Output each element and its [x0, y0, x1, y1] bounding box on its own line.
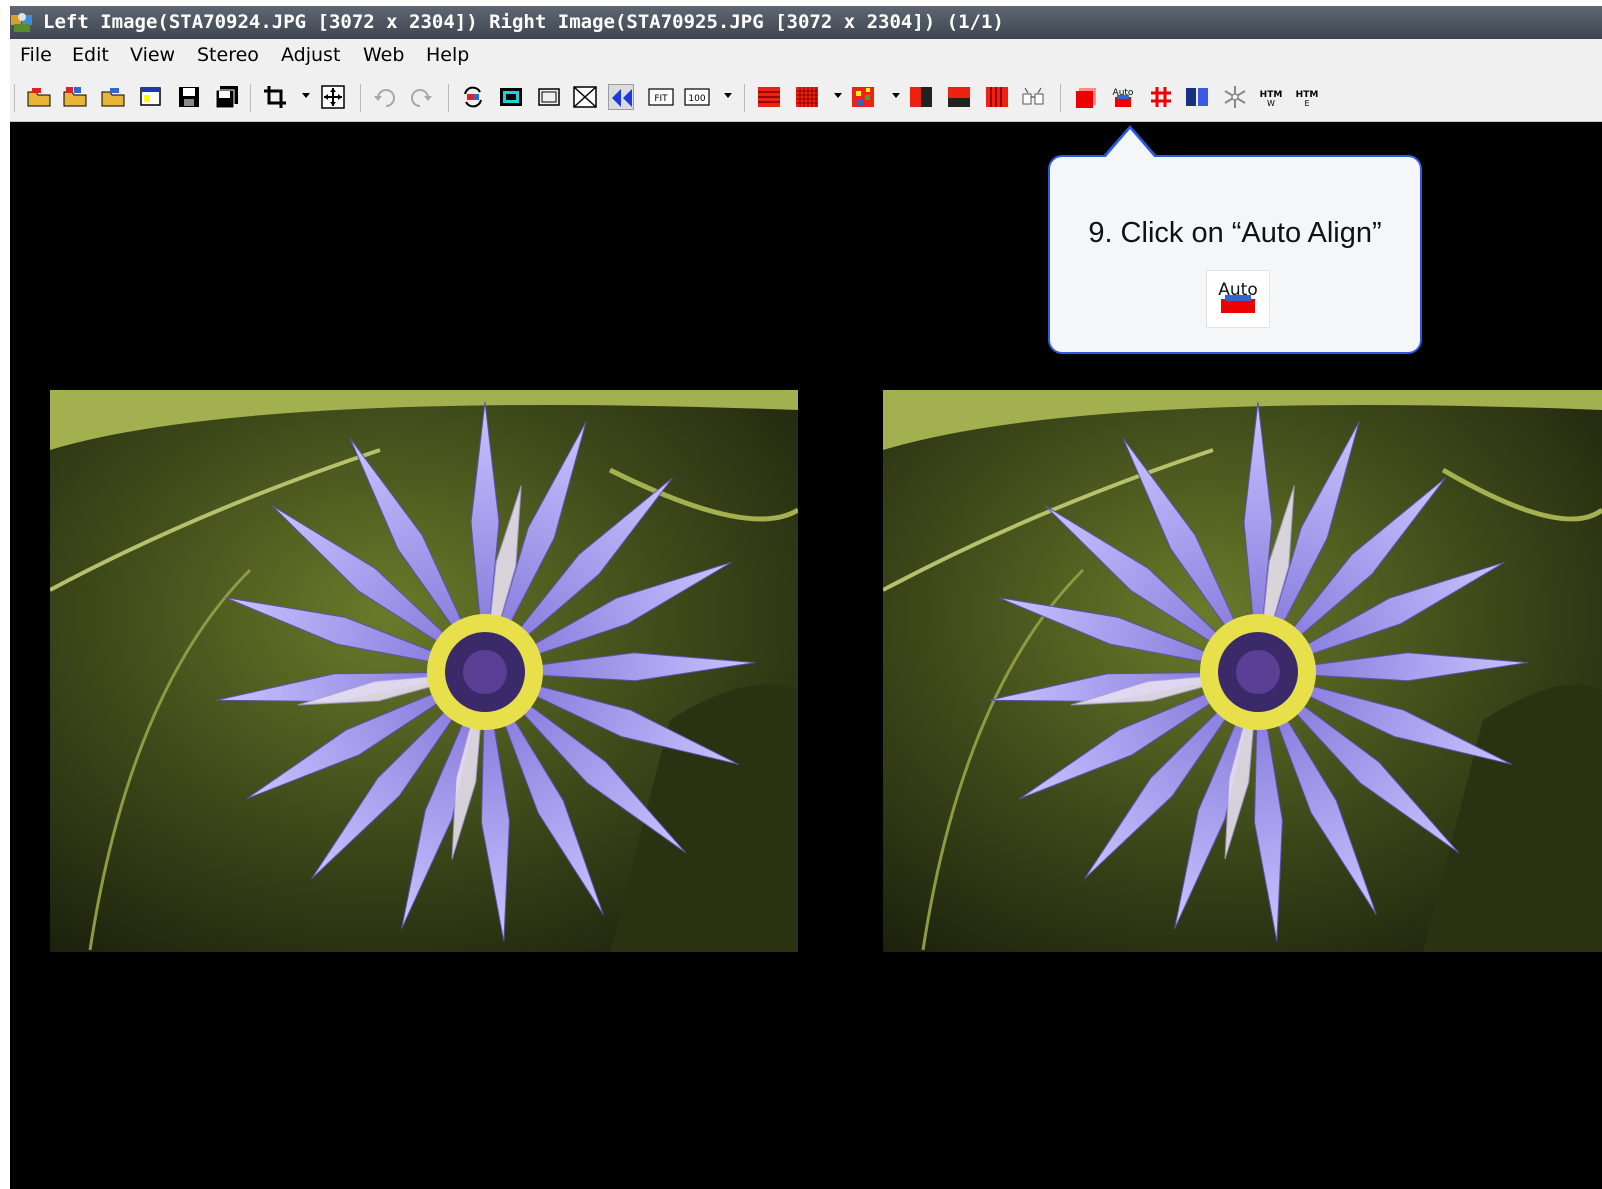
- pattern-dropdown-arrow[interactable]: [834, 93, 842, 98]
- app-icon: [11, 13, 32, 32]
- grid-button[interactable]: [1148, 84, 1174, 110]
- fit-icon: FIT: [648, 88, 674, 106]
- fit-window-button[interactable]: [498, 84, 524, 110]
- undo-icon: [374, 89, 395, 107]
- window-button[interactable]: [138, 84, 164, 110]
- callout-auto-align-icon: Auto: [1206, 270, 1270, 328]
- toolbar-separator: [744, 84, 745, 112]
- menu-adjust[interactable]: Adjust: [281, 39, 340, 71]
- image-canvas[interactable]: 9. Click on “Auto Align” Auto: [10, 122, 1602, 1189]
- html-e-button[interactable]: HTM E: [1294, 84, 1320, 110]
- callout-text: 9. Click on “Auto Align”: [1088, 217, 1382, 249]
- interlaced-button[interactable]: [756, 84, 782, 110]
- html-e-icon: HTME: [1296, 90, 1319, 108]
- right-image[interactable]: [883, 390, 1602, 952]
- save-icon: [179, 87, 199, 107]
- snowflake-icon: [1224, 86, 1246, 108]
- above-below-icon: [948, 87, 970, 107]
- adjust-position-button[interactable]: [1074, 84, 1100, 110]
- menu-view[interactable]: View: [130, 39, 175, 71]
- open-stereo-icon: [63, 87, 87, 107]
- toolbar-grip: [14, 84, 15, 112]
- checkerboard-icon: [796, 87, 818, 107]
- full-screen-icon: [538, 88, 560, 106]
- glasses-icon: [1022, 87, 1044, 105]
- htm-e-sub: E: [1304, 99, 1309, 108]
- mosaic-dropdown-arrow[interactable]: [892, 93, 900, 98]
- right-flower-photo: [883, 390, 1602, 952]
- side-by-side-icon: [612, 89, 632, 107]
- auto-align-button[interactable]: Auto: [1110, 84, 1136, 110]
- title-bar: Left Image(STA70924.JPG [3072 x 2304]) R…: [10, 6, 1602, 39]
- crop-button[interactable]: [262, 84, 288, 110]
- fit-both-button[interactable]: [572, 84, 598, 110]
- open-folder-right-icon: [101, 88, 125, 107]
- htm-w-sub: W: [1267, 99, 1275, 108]
- menu-bar: File Edit View Stereo Adjust Web Help: [10, 39, 1602, 71]
- left-flower-photo: [50, 390, 798, 952]
- zoom-text: 100: [688, 94, 705, 104]
- effects-button[interactable]: [1222, 84, 1248, 110]
- checkerboard-button[interactable]: [794, 84, 820, 110]
- auto-align-icon: Auto: [1113, 88, 1134, 107]
- swap-lr-button[interactable]: [460, 84, 486, 110]
- side-view-button[interactable]: [908, 84, 934, 110]
- callout-pointer-fill: [1105, 129, 1155, 158]
- auto-align-icon: Auto: [1218, 280, 1258, 313]
- window-icon: [140, 87, 161, 106]
- move-button[interactable]: [320, 84, 346, 110]
- mosaic-icon: [852, 87, 874, 107]
- menu-stereo[interactable]: Stereo: [197, 39, 259, 71]
- toolbar-separator: [360, 84, 361, 112]
- crop-dropdown-arrow[interactable]: [302, 93, 310, 98]
- fit-button[interactable]: FIT: [648, 84, 674, 110]
- toolbar-separator: [1060, 84, 1061, 112]
- open-folder-icon: [27, 88, 51, 107]
- zoom-100-icon: 100: [684, 88, 710, 106]
- app-window: Left Image(STA70924.JPG [3072 x 2304]) R…: [10, 0, 1602, 1189]
- full-screen-button[interactable]: [536, 84, 562, 110]
- column-interlace-icon: [986, 87, 1008, 107]
- side-by-side-button[interactable]: [608, 84, 634, 110]
- column-interlace-button[interactable]: [984, 84, 1010, 110]
- open-left-image-button[interactable]: [26, 84, 52, 110]
- swap-icon: [464, 86, 482, 108]
- open-stereo-image-button[interactable]: [62, 84, 88, 110]
- save-stereo-button[interactable]: [214, 84, 240, 110]
- adjust-position-icon: [1076, 88, 1096, 108]
- save-button[interactable]: [176, 84, 202, 110]
- save-stereo-icon: [215, 86, 238, 109]
- half-color-icon: [910, 87, 932, 107]
- move-icon: [321, 85, 345, 109]
- redo-icon: [411, 89, 432, 107]
- color-balance-icon: [1186, 88, 1208, 106]
- interlaced-icon: [758, 87, 780, 107]
- instruction-callout: 9. Click on “Auto Align” Auto: [1048, 155, 1422, 354]
- color-balance-button[interactable]: [1184, 84, 1210, 110]
- menu-help[interactable]: Help: [426, 39, 469, 71]
- html-w-button[interactable]: HTM W: [1258, 84, 1284, 110]
- left-image[interactable]: [50, 390, 798, 952]
- fit-both-icon: [573, 86, 597, 108]
- fit-text: FIT: [654, 94, 668, 104]
- zoom-100-button[interactable]: 100: [684, 84, 710, 110]
- toolbar: FIT 100 Auto HTM W HTM E: [10, 71, 1602, 122]
- menu-edit[interactable]: Edit: [72, 39, 109, 71]
- glasses-button[interactable]: [1020, 84, 1046, 110]
- crop-icon: [264, 86, 286, 108]
- anaglyph-mosaic-button[interactable]: [850, 84, 876, 110]
- hash-icon: [1151, 87, 1171, 107]
- open-right-image-button[interactable]: [100, 84, 126, 110]
- toolbar-separator: [250, 84, 251, 112]
- toolbar-separator: [448, 84, 449, 112]
- window-title: Left Image(STA70924.JPG [3072 x 2304]) R…: [43, 11, 1004, 33]
- fit-window-icon: [500, 88, 522, 106]
- html-w-icon: HTMW: [1260, 90, 1283, 108]
- menu-file[interactable]: File: [20, 39, 52, 71]
- redo-button[interactable]: [408, 84, 434, 110]
- above-below-button[interactable]: [946, 84, 972, 110]
- undo-button[interactable]: [372, 84, 398, 110]
- zoom-dropdown-arrow[interactable]: [724, 93, 732, 98]
- menu-web[interactable]: Web: [363, 39, 404, 71]
